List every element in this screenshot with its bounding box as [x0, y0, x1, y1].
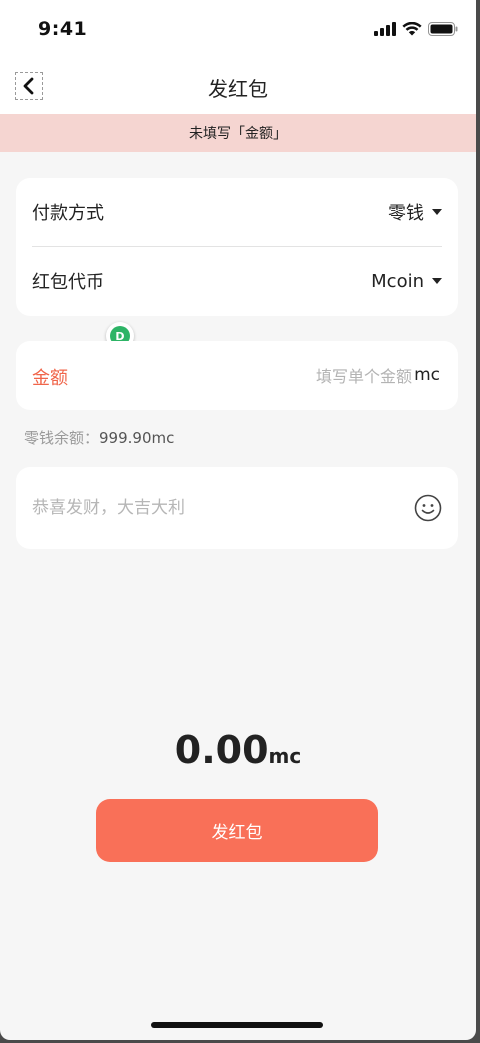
warning-text: 未填写「金额」 — [189, 126, 287, 142]
signal-icon — [374, 22, 396, 36]
amount-card: 金额 mc — [16, 341, 458, 410]
status-time: 9:41 — [38, 18, 88, 40]
nav-bar: 发红包 — [0, 60, 476, 114]
message-card — [16, 467, 458, 549]
total-amount: 0.00mc — [0, 728, 476, 772]
caret-down-icon — [432, 209, 442, 215]
send-red-packet-button[interactable]: 发红包 — [96, 799, 378, 862]
token-select[interactable]: Mcoin — [371, 271, 442, 292]
balance-text: 零钱余额：999.90mc — [24, 427, 174, 448]
greeting-input[interactable] — [32, 495, 372, 521]
amount-label: 金额 — [32, 368, 68, 389]
token-value: Mcoin — [371, 270, 424, 292]
caret-down-icon — [432, 278, 442, 284]
payment-method-select[interactable]: 零钱 — [388, 199, 442, 225]
payment-method-value: 零钱 — [388, 203, 424, 224]
token-row[interactable]: 红包代币 Mcoin — [32, 247, 442, 315]
page-title: 发红包 — [208, 77, 268, 101]
payment-card: 付款方式 零钱 红包代币 Mcoin — [16, 178, 458, 316]
emoji-icon[interactable] — [414, 494, 442, 522]
total-value: 0.00 — [174, 728, 269, 772]
home-indicator — [151, 1022, 323, 1028]
wifi-icon — [402, 22, 422, 36]
total-unit: mc — [268, 744, 302, 768]
balance-value: 999.90mc — [99, 429, 175, 447]
payment-method-label: 付款方式 — [32, 203, 104, 224]
token-label: 红包代币 — [32, 272, 104, 293]
battery-icon — [428, 22, 458, 36]
balance-label: 零钱余额： — [24, 429, 100, 447]
phone-screen: 9:41 发红包 未填写「金额」 付款方式 零钱 红包代币 Mcoin D 金额… — [0, 0, 476, 1040]
amount-input[interactable] — [212, 363, 412, 389]
status-bar: 9:41 — [0, 0, 476, 60]
amount-unit: mc — [414, 365, 440, 385]
payment-method-row[interactable]: 付款方式 零钱 — [32, 178, 442, 246]
warning-banner: 未填写「金额」 — [0, 114, 476, 152]
